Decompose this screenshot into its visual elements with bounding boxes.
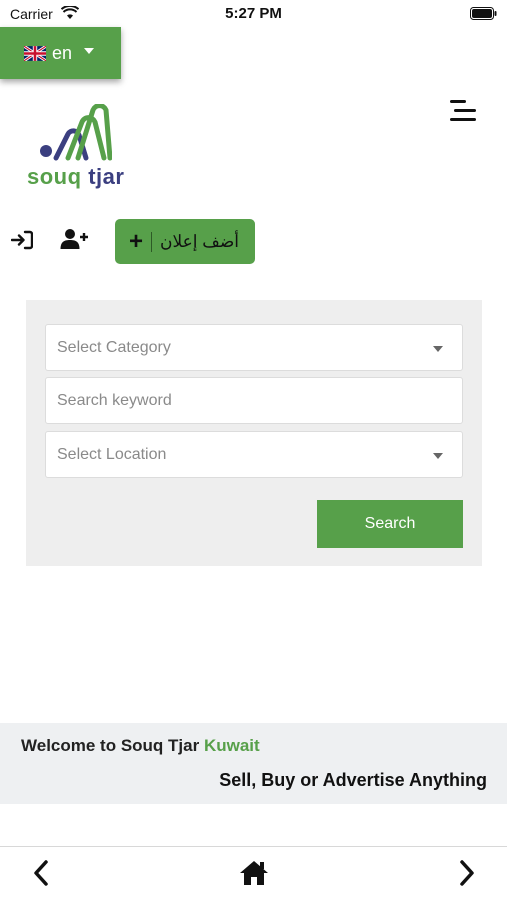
status-bar: Carrier 5:27 PM	[0, 0, 507, 28]
bottom-navigation	[0, 846, 507, 900]
category-placeholder: Select Category	[57, 338, 171, 356]
welcome-country: Kuwait	[203, 736, 260, 755]
logo-word-tjar: tjar	[88, 164, 125, 189]
sign-in-icon[interactable]	[11, 230, 33, 250]
logo-mark-icon	[40, 104, 112, 161]
welcome-prefix: Welcome to Souq Tjar	[21, 736, 200, 755]
location-caret-icon	[433, 453, 443, 459]
user-plus-icon[interactable]	[60, 228, 88, 250]
search-button[interactable]: Search	[317, 500, 463, 548]
logo-word-souq: souq	[27, 164, 82, 189]
language-label: en	[52, 42, 73, 63]
keyword-field[interactable]	[45, 377, 463, 424]
chevron-left-icon[interactable]	[30, 859, 52, 887]
logo-wordmark: souq tjar	[27, 164, 124, 190]
location-placeholder: Select Location	[57, 445, 167, 463]
caret-down-icon	[84, 48, 95, 54]
welcome-tagline: Sell, Buy or Advertise Anything	[219, 770, 487, 790]
category-caret-icon	[433, 346, 443, 352]
category-select[interactable]: Select Category	[45, 324, 463, 371]
welcome-heading: Welcome to Souq Tjar Kuwait	[21, 736, 260, 756]
menu-icon[interactable]	[448, 98, 478, 124]
keyword-input[interactable]	[57, 391, 462, 410]
location-select[interactable]: Select Location	[45, 431, 463, 478]
status-time: 5:27 PM	[225, 5, 282, 22]
post-ad-divider	[151, 231, 153, 252]
uk-flag-icon	[24, 45, 46, 61]
post-ad-label: أضف إعلان	[160, 231, 239, 251]
plus-icon: +	[129, 227, 144, 255]
chevron-right-icon[interactable]	[456, 859, 478, 887]
home-icon[interactable]	[238, 859, 270, 887]
post-ad-button[interactable]: + أضف إعلان	[115, 219, 255, 264]
welcome-banner: Welcome to Souq Tjar Kuwait Sell, Buy or…	[0, 723, 507, 804]
battery-icon	[470, 7, 497, 20]
language-dropdown[interactable]: en	[0, 27, 121, 79]
search-panel: Select Category Select Location Search	[26, 300, 482, 566]
